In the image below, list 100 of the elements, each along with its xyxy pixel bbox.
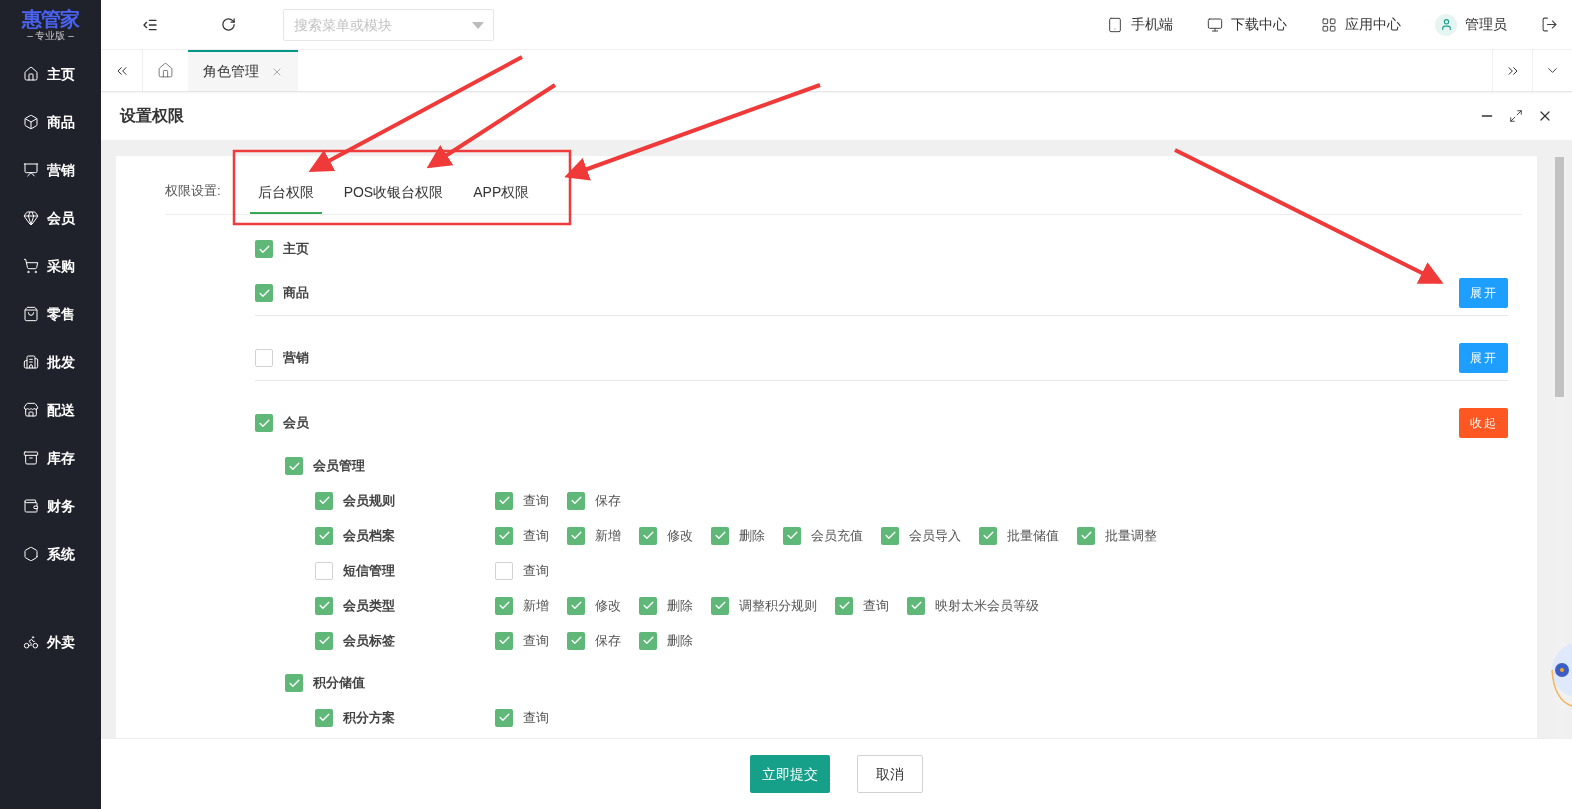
item-label: 会员标签 (343, 631, 395, 650)
sidebar-item[interactable]: 系统 (0, 530, 101, 578)
checkbox[interactable] (783, 526, 801, 545)
checkbox[interactable] (711, 526, 729, 545)
checkbox[interactable] (315, 631, 333, 650)
item-label: 会员规则 (343, 491, 395, 510)
action-label: 查询 (863, 596, 889, 615)
cancel-button[interactable]: 取消 (857, 755, 923, 793)
search-field[interactable]: 搜索菜单或模块 (283, 8, 494, 41)
sidebar-item[interactable]: 营销 (0, 146, 101, 194)
checkbox[interactable] (567, 596, 585, 615)
checkbox[interactable] (315, 561, 333, 580)
checkbox[interactable] (315, 526, 333, 545)
permission-tab[interactable]: APP权限 (465, 172, 538, 214)
checkbox[interactable] (639, 596, 657, 615)
sidebar-item[interactable]: 财务 (0, 482, 101, 530)
bike-icon (23, 634, 39, 650)
checkbox[interactable] (639, 526, 657, 545)
building-icon (23, 354, 39, 370)
check-icon (497, 599, 511, 612)
action-label: 查询 (523, 631, 549, 650)
action-label: 保存 (595, 631, 621, 650)
dialog-title: 设置权限 (120, 106, 184, 126)
action-label: 修改 (595, 596, 621, 615)
action-label: 调整积分规则 (739, 596, 817, 615)
refresh-icon (220, 17, 236, 32)
field-label: 权限设置: (165, 181, 221, 200)
header-link[interactable]: 手机端 (1107, 14, 1173, 35)
checkbox[interactable] (567, 491, 585, 510)
sidebar-item[interactable]: 批发 (0, 338, 101, 386)
home-icon (157, 62, 174, 79)
check-icon (569, 494, 583, 507)
checkbox[interactable] (495, 526, 513, 545)
action-label: 会员充值 (811, 526, 863, 545)
header-link[interactable]: 下载中心 (1207, 14, 1287, 35)
checkbox[interactable] (495, 596, 513, 615)
checkbox[interactable] (285, 674, 303, 692)
sidebar-item[interactable]: 配送 (0, 386, 101, 434)
logout-button[interactable] (1541, 16, 1558, 33)
check-icon (497, 529, 511, 542)
permission-tab[interactable]: POS收银台权限 (335, 172, 452, 214)
check-icon (641, 599, 655, 612)
checkbox[interactable] (835, 596, 853, 615)
section-label: 营销 (283, 349, 309, 368)
checkbox[interactable] (495, 708, 513, 727)
action-label: 会员导入 (909, 526, 961, 545)
checkbox[interactable] (255, 414, 273, 432)
checkbox[interactable] (881, 526, 899, 545)
checkbox[interactable] (711, 596, 729, 615)
action-label: 查询 (523, 526, 549, 545)
permission-tab[interactable]: 后台权限 (249, 172, 322, 214)
group-label: 积分储值 (313, 674, 365, 693)
sidebar-item[interactable]: 外卖 (0, 618, 101, 666)
action-label: 查询 (523, 561, 549, 580)
check-icon (641, 529, 655, 542)
section-label: 会员 (283, 414, 309, 433)
check-icon (497, 494, 511, 507)
sidebar-item[interactable]: 零售 (0, 290, 101, 338)
section-label: 主页 (283, 240, 309, 259)
checkbox[interactable] (255, 240, 273, 258)
monitor-icon (1207, 16, 1223, 33)
sidebar-item[interactable]: 会员 (0, 194, 101, 242)
archive-icon (23, 450, 39, 466)
check-icon (569, 599, 583, 612)
checkbox[interactable] (907, 596, 925, 615)
scrollbar-thumb[interactable] (1555, 157, 1564, 397)
checkbox[interactable] (495, 561, 513, 580)
checkbox[interactable] (567, 526, 585, 545)
checkbox[interactable] (285, 457, 303, 475)
sidebar-item[interactable]: 商品 (0, 98, 101, 146)
checkbox[interactable] (1077, 526, 1095, 545)
checkbox[interactable] (979, 526, 997, 545)
checkbox[interactable] (567, 631, 585, 650)
checkbox[interactable] (315, 708, 333, 727)
header-link[interactable]: 应用中心 (1321, 14, 1401, 35)
home-icon (23, 66, 39, 82)
sidebar-item[interactable]: 库存 (0, 434, 101, 482)
action-label: 修改 (667, 526, 693, 545)
check-icon (497, 634, 511, 647)
maximize-icon[interactable] (1509, 109, 1523, 123)
checkbox[interactable] (255, 284, 273, 302)
checkbox[interactable] (315, 491, 333, 510)
checkbox[interactable] (255, 349, 273, 367)
checkbox[interactable] (495, 491, 513, 510)
header-link[interactable]: 管理员 (1435, 13, 1507, 36)
page-tab[interactable]: 角色管理 (188, 50, 298, 91)
item-label: 会员类型 (343, 596, 395, 615)
action-label: 映射太米会员等级 (935, 596, 1039, 615)
checkbox[interactable] (639, 631, 657, 650)
checkbox[interactable] (315, 596, 333, 615)
tablet-icon (1107, 16, 1123, 33)
check-icon (497, 711, 511, 724)
checkbox[interactable] (495, 631, 513, 650)
item-label: 积分方案 (343, 708, 395, 727)
sidebar-item[interactable]: 主页 (0, 50, 101, 98)
action-label: 查询 (523, 708, 549, 727)
sidebar-item[interactable]: 采购 (0, 242, 101, 290)
avatar-icon (1435, 13, 1457, 36)
action-label: 保存 (595, 491, 621, 510)
check-icon (1079, 529, 1093, 542)
